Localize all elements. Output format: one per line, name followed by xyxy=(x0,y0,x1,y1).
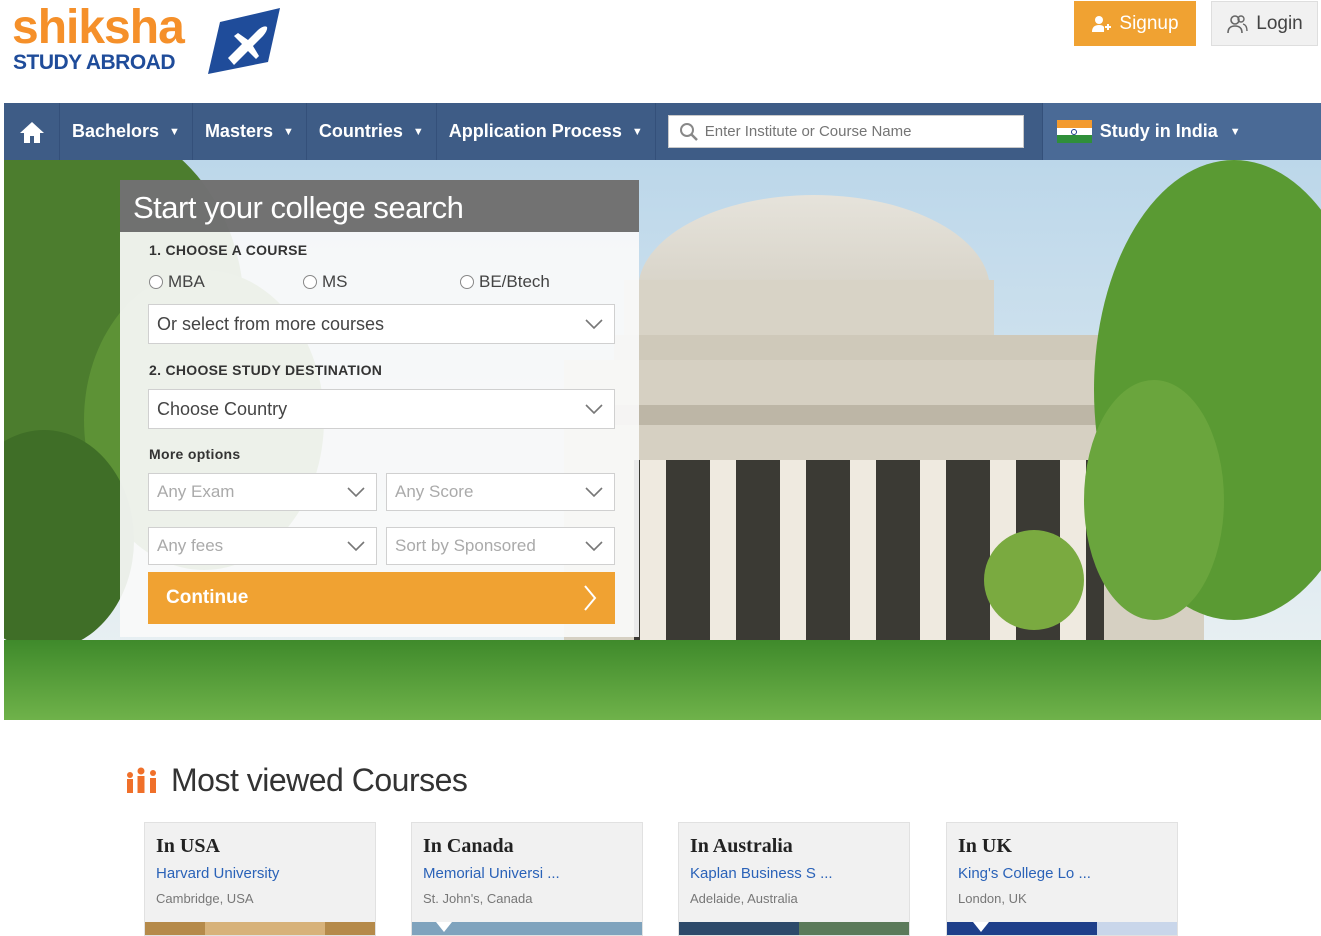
card-location: St. John's, Canada xyxy=(423,891,533,906)
step2-label: 2. CHOOSE STUDY DESTINATION xyxy=(149,362,383,378)
course-card-usa[interactable]: In USA Harvard University Cambridge, USA xyxy=(144,822,376,936)
card-image xyxy=(145,922,375,935)
chevron-down-icon xyxy=(585,540,603,551)
nav-countries-label: Countries xyxy=(318,121,403,141)
site-header: shiksha STUDY ABROAD Signup Login xyxy=(0,0,1321,103)
course-radio-ms[interactable]: MS xyxy=(303,272,348,292)
people-chart-icon xyxy=(127,767,156,793)
country-select[interactable]: Choose Country xyxy=(148,389,615,429)
step1-label: 1. CHOOSE A COURSE xyxy=(149,242,308,258)
card-location: London, UK xyxy=(958,891,1027,906)
search-icon xyxy=(679,122,698,141)
card-university-link[interactable]: Harvard University xyxy=(156,865,279,882)
fees-value: Any fees xyxy=(157,536,224,555)
most-viewed-heading: Most viewed Courses xyxy=(125,762,468,799)
card-heading: In Canada xyxy=(423,835,514,857)
card-university-link[interactable]: King's College Lo ... xyxy=(958,865,1091,882)
card-image xyxy=(679,922,909,935)
nav-search-container xyxy=(656,103,1043,160)
card-image xyxy=(412,922,642,935)
college-search-panel: Start your college search 1. CHOOSE A CO… xyxy=(120,180,639,637)
institute-search-input[interactable] xyxy=(704,123,1005,140)
fees-select[interactable]: Any fees xyxy=(148,527,377,565)
logo-wordmark: shiksha xyxy=(12,1,185,54)
home-icon xyxy=(19,121,44,143)
course-card-uk[interactable]: In UK King's College Lo ... London, UK xyxy=(946,822,1178,936)
card-university-link[interactable]: Kaplan Business S ... xyxy=(690,865,833,882)
country-value: Choose Country xyxy=(157,398,288,419)
card-location: Cambridge, USA xyxy=(156,891,254,906)
sort-select[interactable]: Sort by Sponsored xyxy=(386,527,615,565)
logo-tagline: STUDY ABROAD xyxy=(13,51,176,74)
exam-value: Any Exam xyxy=(157,482,235,501)
nav-bachelors[interactable]: Bachelors ▼ xyxy=(60,103,193,160)
more-options-label: More options xyxy=(149,446,241,462)
signup-button[interactable]: Signup xyxy=(1074,1,1196,46)
caret-down-icon: ▼ xyxy=(631,125,643,138)
card-image xyxy=(947,922,1177,935)
score-select[interactable]: Any Score xyxy=(386,473,615,511)
continue-button[interactable]: Continue xyxy=(148,572,615,624)
caret-down-icon: ▼ xyxy=(169,125,180,138)
course-radio-mba[interactable]: MBA xyxy=(149,272,205,292)
course-radio-btech[interactable]: BE/Btech xyxy=(460,272,550,292)
card-heading: In UK xyxy=(958,835,1012,857)
nav-masters-label: Masters xyxy=(204,121,273,141)
chevron-down-icon xyxy=(585,486,603,497)
radio-circle-icon xyxy=(149,275,163,289)
panel-title: Start your college search xyxy=(120,180,639,232)
main-nav: Bachelors ▼ Masters ▼ Countries ▼ Applic… xyxy=(4,103,1321,160)
sort-value: Sort by Sponsored xyxy=(395,536,536,555)
nav-application-label: Application Process xyxy=(448,121,622,141)
nav-application-process[interactable]: Application Process ▼ xyxy=(437,103,656,160)
continue-label: Continue xyxy=(166,587,249,608)
home-button[interactable] xyxy=(4,103,60,160)
shiksha-logo[interactable]: shiksha STUDY ABROAD xyxy=(12,1,280,76)
chevron-down-icon xyxy=(585,403,603,414)
search-box xyxy=(667,115,1024,148)
login-button[interactable]: Login xyxy=(1211,1,1318,46)
course-card-australia[interactable]: In Australia Kaplan Business S ... Adela… xyxy=(678,822,910,936)
most-viewed-title: Most viewed Courses xyxy=(171,762,468,798)
login-label: Login xyxy=(1256,12,1303,34)
exam-select[interactable]: Any Exam xyxy=(148,473,377,511)
airplane-logo-icon xyxy=(208,8,280,74)
caret-down-icon: ▼ xyxy=(412,125,424,138)
card-heading: In Australia xyxy=(690,835,793,857)
nav-countries[interactable]: Countries ▼ xyxy=(307,103,437,160)
radio-circle-icon xyxy=(460,275,474,289)
user-add-icon xyxy=(1092,15,1112,32)
card-heading: In USA xyxy=(156,835,220,857)
card-location: Adelaide, Australia xyxy=(690,891,798,906)
more-courses-select[interactable]: Or select from more courses xyxy=(148,304,615,344)
course-radio-label: MS xyxy=(322,272,348,291)
chevron-right-icon xyxy=(584,585,597,611)
signup-label: Signup xyxy=(1119,12,1179,34)
course-radio-label: BE/Btech xyxy=(479,272,550,291)
chevron-down-icon xyxy=(585,318,603,329)
chevron-down-icon xyxy=(347,486,365,497)
chevron-down-icon xyxy=(347,540,365,551)
india-flag-icon xyxy=(1056,120,1092,144)
score-value: Any Score xyxy=(395,482,474,501)
card-university-link[interactable]: Memorial Universi ... xyxy=(423,865,560,882)
more-courses-value: Or select from more courses xyxy=(157,313,385,334)
nav-bachelors-label: Bachelors xyxy=(72,121,160,141)
study-in-india-menu[interactable]: Study in India ▼ xyxy=(1042,103,1321,160)
caret-down-icon: ▼ xyxy=(282,125,294,138)
nav-masters[interactable]: Masters ▼ xyxy=(193,103,307,160)
radio-circle-icon xyxy=(303,275,317,289)
caret-down-icon: ▼ xyxy=(1229,125,1241,138)
course-card-canada[interactable]: In Canada Memorial Universi ... St. John… xyxy=(411,822,643,936)
course-radio-label: MBA xyxy=(168,272,205,291)
study-in-india-label: Study in India xyxy=(1099,121,1218,141)
users-icon xyxy=(1227,14,1248,33)
